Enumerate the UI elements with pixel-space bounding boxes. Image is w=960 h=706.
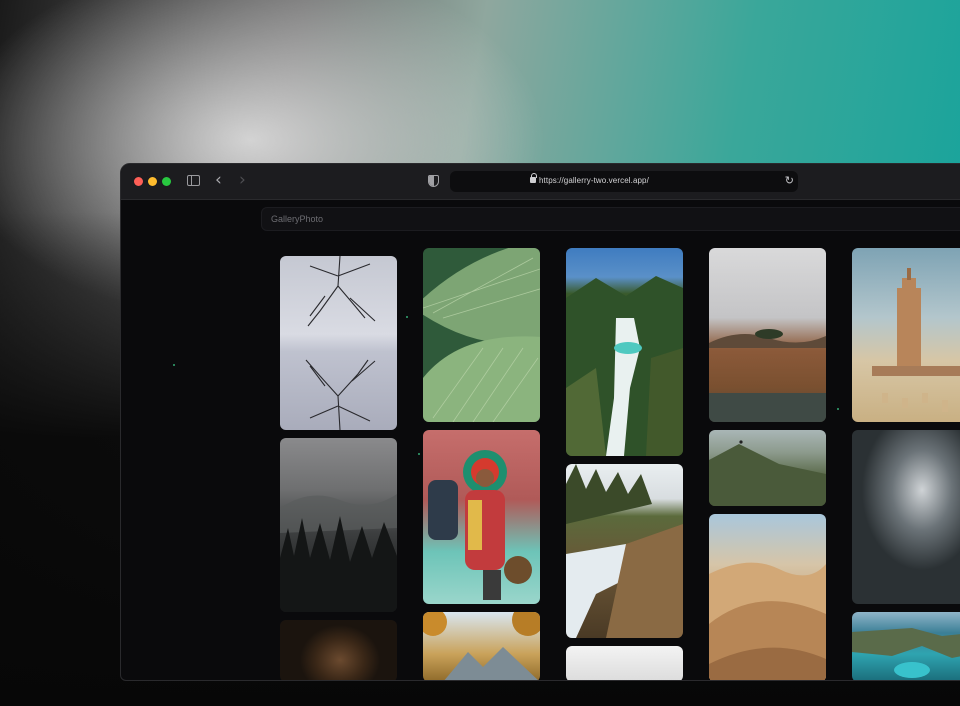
browser-window: ‹ › https://gallerry-two.vercel.app/ ↻ G… [120,163,960,681]
photo-tile[interactable] [280,256,397,430]
autumn-image [423,612,540,680]
shield-icon[interactable] [428,175,439,187]
dunes-image [709,562,826,680]
photo-tile[interactable] [423,248,540,422]
costume-image [428,450,532,600]
app-title[interactable]: GalleryPhoto [271,214,323,224]
lake-image [709,329,826,422]
photo-tile[interactable] [709,430,826,506]
sparkle-dot [173,364,175,366]
photo-tile[interactable] [852,248,960,422]
sparkle-dot [406,316,408,318]
browser-titlebar: ‹ › https://gallerry-two.vercel.app/ ↻ [121,164,960,200]
cove-image [852,628,960,678]
chevron-left-icon[interactable]: ‹ [215,170,222,190]
photo-tile[interactable] [423,612,540,680]
maximize-window-button[interactable] [162,177,171,186]
photo-tile[interactable] [566,248,683,456]
hill-ridge-image [709,440,826,506]
branches-image [305,256,376,430]
photo-tile[interactable] [852,430,960,604]
chevron-right-icon[interactable]: › [239,170,246,190]
minaret-image [872,268,960,412]
sparkle-dot [418,453,420,455]
reload-icon[interactable]: ↻ [785,174,794,187]
photo-tile[interactable] [709,514,826,680]
river-waterfall-image [566,464,683,638]
close-window-button[interactable] [134,177,143,186]
sparkle-dot [837,408,839,410]
lock-icon [530,173,537,183]
url-text[interactable]: https://gallerry-two.vercel.app/ [539,176,649,185]
sidebar-toggle-icon[interactable] [187,175,200,186]
minimize-window-button[interactable] [148,177,157,186]
address-bar[interactable]: https://gallerry-two.vercel.app/ ↻ [450,171,798,192]
photo-tile[interactable] [709,248,826,422]
app-header: GalleryPhoto [261,207,960,231]
photo-tile[interactable] [566,464,683,638]
photo-tile[interactable] [423,430,540,604]
waterfall-image [566,276,683,456]
photo-tile[interactable] [566,646,683,680]
photo-tile[interactable] [280,620,397,680]
forest-image [280,494,397,612]
photo-tile[interactable] [280,438,397,612]
leaf-image [423,248,540,422]
photo-tile[interactable] [852,612,960,680]
